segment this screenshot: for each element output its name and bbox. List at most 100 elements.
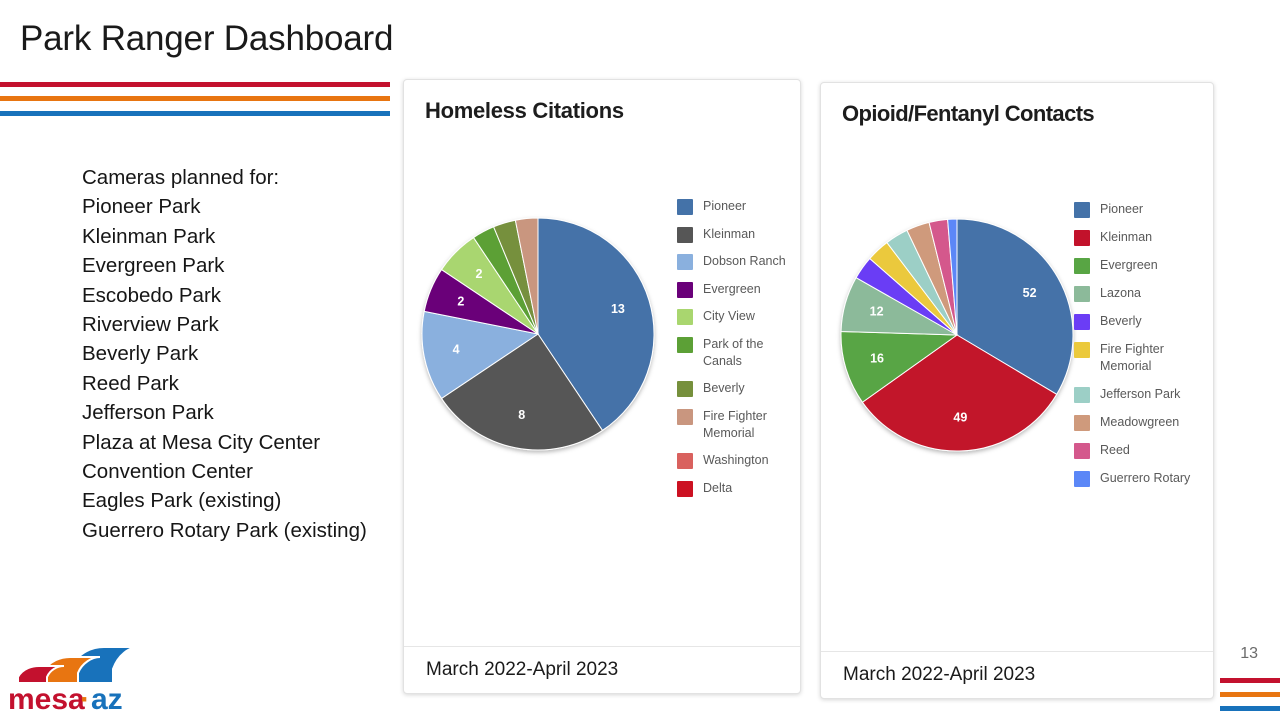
chart-area-opioid-fentanyl: 52 49 16 12 Pioneer Kleinman Evergreen Lazona B… [821, 129, 1213, 652]
legend-item-label: Evergreen [1100, 258, 1158, 272]
legend-swatch-icon [677, 336, 693, 353]
pie-slice-label: 16 [870, 351, 884, 365]
logo-text-dot: · [80, 683, 90, 715]
list-item: Guerrero Rotary Park (existing) [82, 518, 367, 542]
list-item: Convention Center [82, 460, 253, 484]
footer-rule-orange [1220, 692, 1280, 697]
chart-legend-homeless-citations: Pioneer Kleinman Dobson Ranch Evergreen City… [677, 198, 795, 507]
footer-rule-red [1220, 678, 1280, 683]
card-title: Opioid/Fentanyl Contacts [842, 101, 1095, 126]
legend-item[interactable]: Kleinman [1074, 229, 1216, 246]
legend-item[interactable]: Guerrero Rotary [1074, 470, 1216, 487]
title-rule-red [0, 82, 390, 87]
pie-slice-label: 4 [453, 343, 460, 357]
legend-item[interactable]: Meadowgreen [1074, 414, 1216, 431]
list-item: Evergreen Park [82, 254, 225, 278]
legend-item[interactable]: Park of the Canals [677, 336, 795, 370]
card-homeless-citations[interactable]: Homeless Citations 13 8 4 2 2 Pioneer Kleinma… [403, 79, 801, 694]
legend-item-label: Delta [703, 480, 733, 495]
legend-item-label: Dobson Ranch [703, 254, 786, 268]
camera-plan-list: Cameras planned for: Pioneer Park Kleinm… [82, 163, 412, 545]
list-item: Beverly Park [82, 342, 199, 366]
legend-item-label: Park of the Canals [703, 336, 764, 368]
camera-plan-heading: Cameras planned for: [82, 166, 280, 189]
legend-item[interactable]: Evergreen [1074, 257, 1216, 274]
card-title: Homeless Citations [425, 98, 624, 123]
legend-item[interactable]: Delta [677, 480, 795, 497]
date-range-label: March 2022-April 2023 [426, 659, 619, 680]
legend-item[interactable]: Kleinman [677, 226, 795, 243]
legend-item[interactable]: Lazona [1074, 285, 1216, 302]
card-opioid-fentanyl-contacts[interactable]: Opioid/Fentanyl Contacts 52 49 16 12 Pionee… [820, 82, 1214, 699]
legend-item[interactable]: City View [677, 308, 795, 325]
legend-swatch-icon [677, 408, 693, 425]
legend-item[interactable]: Reed [1074, 442, 1216, 459]
list-item: Eagles Park (existing) [82, 489, 282, 513]
pie-slice-label: 2 [475, 267, 482, 281]
title-rule-blue [0, 111, 390, 116]
legend-swatch-icon [677, 480, 693, 497]
legend-item-label: Reed [1100, 443, 1130, 457]
legend-swatch-icon [1074, 443, 1090, 459]
list-item: Escobedo Park [82, 283, 222, 307]
legend-swatch-icon [677, 254, 693, 270]
legend-item[interactable]: Beverly [677, 380, 795, 397]
legend-item[interactable]: Fire Fighter Memorial [1074, 341, 1216, 375]
pie-slice-label: 12 [870, 305, 884, 319]
legend-item[interactable]: Pioneer [1074, 201, 1216, 218]
legend-item[interactable]: Washington [677, 452, 795, 469]
legend-item-label: Beverly [1100, 314, 1142, 328]
legend-item-label: Washington [703, 453, 769, 467]
pie-slice-label: 49 [953, 411, 967, 425]
pie-chart-opioid-fentanyl: 52 49 16 12 [839, 217, 1075, 453]
pie-slice-label: 13 [611, 302, 625, 316]
pie-slice-label: 8 [518, 408, 525, 422]
legend-item-label: Kleinman [703, 226, 756, 241]
legend-item-label: City View [703, 309, 755, 323]
legend-item[interactable]: Dobson Ranch [677, 253, 795, 270]
pie-slice-label: 52 [1023, 286, 1037, 300]
list-item: Reed Park [82, 371, 179, 395]
mesa-az-logo: mesa · az [8, 641, 154, 715]
card-footer: March 2022-April 2023 [404, 646, 800, 693]
legend-item-label: Pioneer [1100, 202, 1144, 216]
legend-swatch-icon [677, 381, 693, 397]
legend-item[interactable]: Pioneer [677, 198, 795, 215]
legend-swatch-icon [1074, 387, 1090, 403]
page-title: Park Ranger Dashboard [20, 19, 394, 58]
pie-chart-homeless-citations: 13 8 4 2 2 [420, 216, 656, 452]
legend-item-label: Pioneer [703, 199, 747, 213]
logo-text-mesa: mesa [8, 683, 85, 715]
legend-swatch-icon [677, 281, 693, 298]
legend-item-label: Fire Fighter Memorial [1100, 342, 1164, 373]
legend-item[interactable]: Beverly [1074, 313, 1216, 330]
legend-swatch-icon [1074, 471, 1090, 487]
legend-item[interactable]: Evergreen [677, 281, 795, 298]
legend-item-label: Lazona [1100, 286, 1142, 300]
legend-swatch-icon [1074, 415, 1090, 431]
legend-item-label: Fire Fighter Memorial [703, 408, 767, 440]
legend-swatch-icon [677, 453, 693, 469]
list-item: Plaza at Mesa City Center [82, 430, 321, 454]
legend-item[interactable]: Jefferson Park [1074, 386, 1216, 403]
legend-swatch-icon [677, 199, 693, 215]
card-footer: March 2022-April 2023 [821, 651, 1213, 698]
legend-item-label: Jefferson Park [1100, 387, 1181, 401]
chart-legend-opioid-fentanyl: Pioneer Kleinman Evergreen Lazona Beverly Fir… [1074, 201, 1216, 498]
legend-swatch-icon [1074, 342, 1090, 358]
legend-swatch-icon [677, 309, 693, 325]
logo-text-az: az [91, 683, 123, 715]
legend-item-label: Guerrero Rotary [1100, 471, 1191, 485]
list-item: Jefferson Park [82, 401, 214, 425]
legend-item[interactable]: Fire Fighter Memorial [677, 408, 795, 442]
logo-mesa-shapes [17, 646, 140, 684]
legend-swatch-icon [1074, 258, 1090, 274]
legend-item-label: Evergreen [703, 281, 761, 296]
legend-swatch-icon [1074, 286, 1090, 302]
legend-swatch-icon [1074, 314, 1090, 330]
slide-root: Park Ranger Dashboard Cameras planned fo… [0, 0, 1280, 720]
legend-item-label: Beverly [703, 381, 745, 395]
list-item: Kleinman Park [82, 224, 216, 248]
legend-item-label: Kleinman [1100, 230, 1153, 244]
legend-swatch-icon [1074, 202, 1090, 218]
